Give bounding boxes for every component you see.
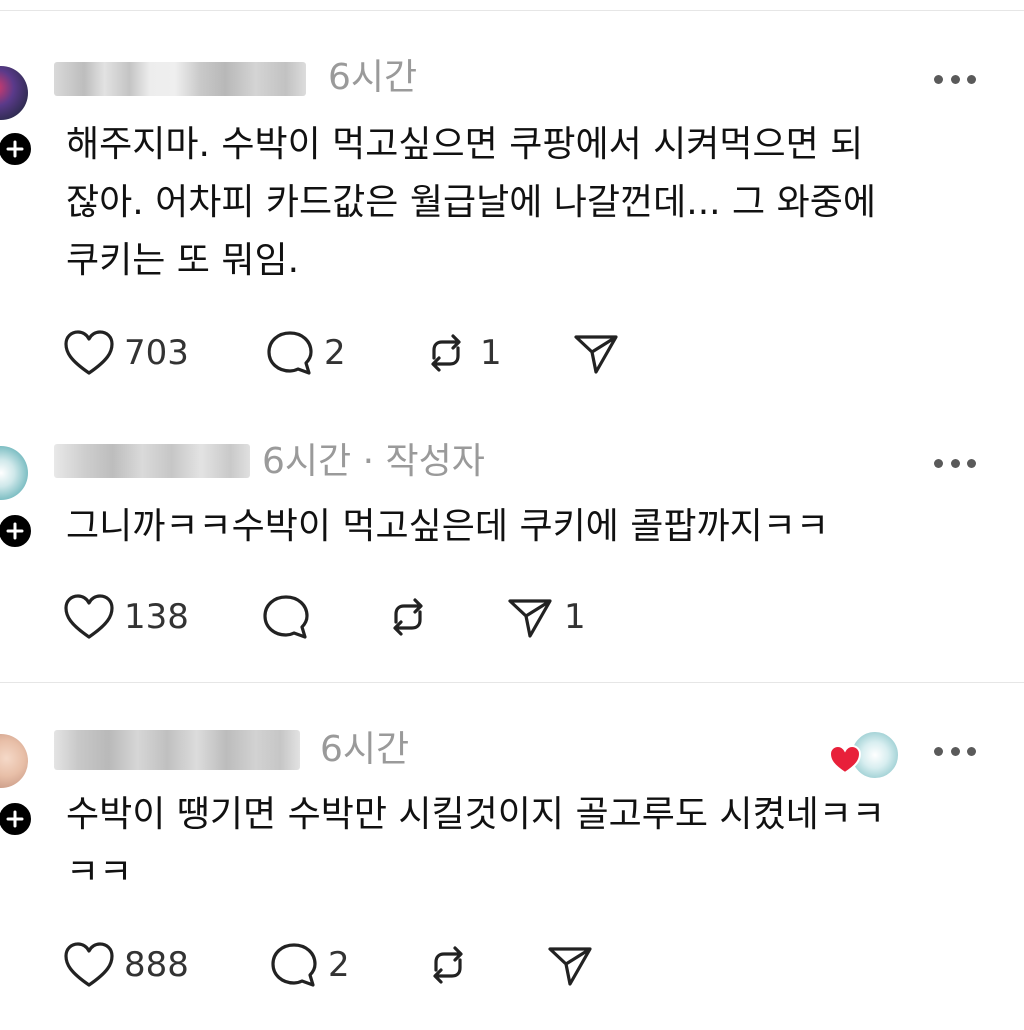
post-meta: 6시간 · 작성자: [262, 442, 485, 482]
follow-button[interactable]: [0, 130, 34, 168]
reply-count: 2: [328, 945, 350, 985]
follow-button[interactable]: [0, 512, 34, 550]
repost-button[interactable]: [382, 592, 442, 642]
author-tag: · 작성자: [362, 441, 485, 482]
like-count: 138: [124, 597, 189, 637]
reply-button[interactable]: 2: [264, 328, 346, 378]
username-blurred[interactable]: [54, 730, 300, 770]
plus-icon: [6, 140, 24, 158]
plus-icon: [6, 810, 24, 828]
reply-button[interactable]: [260, 592, 320, 642]
more-icon[interactable]: [934, 744, 976, 758]
like-button[interactable]: 138: [62, 592, 189, 642]
like-count: 888: [124, 945, 189, 985]
post-time: 6시간: [320, 729, 410, 770]
like-button[interactable]: 703: [62, 328, 189, 378]
send-icon: [548, 947, 592, 986]
action-bar: 703 2 1: [62, 328, 662, 378]
text-line: ㅋㅋ: [66, 852, 133, 893]
post-divider: [0, 682, 1024, 683]
repost-button[interactable]: 1: [420, 328, 502, 378]
share-button[interactable]: [544, 940, 604, 990]
avatar[interactable]: [0, 66, 28, 120]
reply-count: 2: [324, 333, 346, 373]
repost-button[interactable]: [422, 940, 482, 990]
comment-icon: [271, 943, 317, 987]
post-text: 그니까ㅋㅋ수박이 먹고싶은데 쿠키에 콜팝까지ㅋㅋ: [66, 498, 986, 556]
username-blurred[interactable]: [54, 444, 250, 478]
repost-icon: [431, 334, 461, 372]
text-line: 쿠키는 또 뭐임.: [66, 240, 300, 281]
post-time: 6시간: [262, 441, 352, 482]
text-line: 잖아. 어차피 카드값은 월급날에 나갈껀데... 그 와중에: [66, 182, 876, 223]
liked-by-author[interactable]: [828, 730, 908, 780]
text-line: 그니까ㅋㅋ수박이 먹고싶은데 쿠키에 콜팝까지ㅋㅋ: [66, 506, 829, 547]
post-text: 해주지마. 수박이 먹고싶으면 쿠팡에서 시켜먹으면 되 잖아. 어차피 카드값…: [66, 116, 986, 290]
heart-icon: [64, 330, 114, 375]
more-icon[interactable]: [934, 72, 976, 86]
reply-button[interactable]: 2: [268, 940, 350, 990]
repost-icon: [433, 946, 463, 984]
heart-icon: [64, 942, 114, 987]
comment-icon: [263, 595, 309, 639]
avatar[interactable]: [0, 446, 28, 500]
heart-icon: [828, 744, 862, 775]
post-time: 6시간: [328, 57, 418, 98]
share-button[interactable]: [570, 328, 630, 378]
comment-icon: [267, 331, 313, 375]
repost-icon: [393, 598, 423, 636]
repost-count: 1: [480, 333, 502, 373]
send-icon: [508, 599, 552, 638]
action-bar: 888 2: [62, 940, 662, 990]
top-divider: [0, 10, 1024, 11]
avatar[interactable]: [0, 734, 28, 788]
more-icon[interactable]: [934, 456, 976, 470]
action-bar: 138 1: [62, 592, 662, 642]
like-count: 703: [124, 333, 189, 373]
follow-button[interactable]: [0, 800, 34, 838]
username-blurred[interactable]: [54, 62, 306, 96]
share-button[interactable]: 1: [504, 592, 586, 642]
share-count: 1: [564, 597, 586, 637]
like-button[interactable]: 888: [62, 940, 189, 990]
post-text: 수박이 땡기면 수박만 시킬것이지 골고루도 시켰네ㅋㅋ ㅋㅋ: [66, 786, 986, 902]
plus-icon: [6, 522, 24, 540]
send-icon: [574, 335, 618, 374]
heart-icon: [64, 594, 114, 639]
text-line: 수박이 땡기면 수박만 시킬것이지 골고루도 시켰네ㅋㅋ: [66, 794, 885, 835]
text-line: 해주지마. 수박이 먹고싶으면 쿠팡에서 시켜먹으면 되: [66, 124, 864, 165]
